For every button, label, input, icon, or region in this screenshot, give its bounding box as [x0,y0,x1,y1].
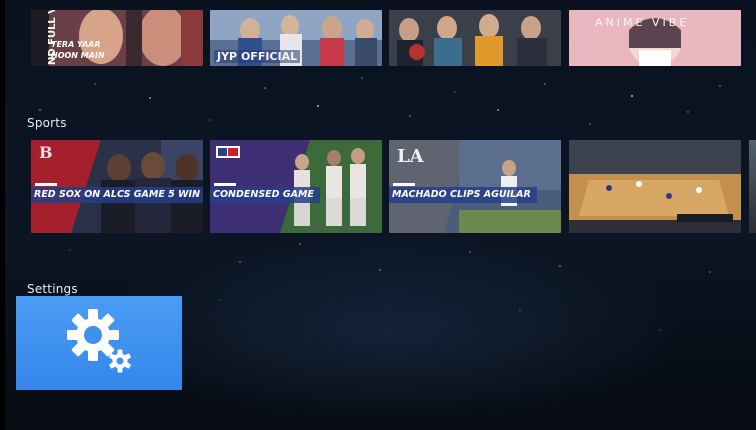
tv-home-screen: ND FULL V TERA YAAR HOON MAIN JYP OFFICI… [0,0,756,430]
video-tile-condensed-game[interactable]: CONDENSED GAME [210,140,382,233]
thumbnail-image [569,140,741,233]
video-tile-anime-vibe[interactable]: ANIME VIBE [569,10,741,66]
headline-accent-bar [393,183,415,186]
next-tile-peek [749,140,756,233]
video-headline: RED SOX ON ALCS GAME 5 WIN [31,187,203,203]
video-tile-movie[interactable]: ND FULL V TERA YAAR HOON MAIN [31,10,203,66]
settings-tile[interactable] [16,296,182,390]
headline-accent-bar [35,183,57,186]
video-headline: MACHADO CLIPS AGUILAR [389,187,537,203]
screen-left-border [0,0,5,430]
small-gear-icon [109,349,131,373]
movie-title-line-2: HOON MAIN [51,51,105,60]
video-tile-jyp[interactable]: JYP OFFICIAL [210,10,382,66]
video-tile-red-sox[interactable]: B RED SOX ON ALCS GAME 5 WIN [31,140,203,233]
row-title-settings: Settings [27,282,78,296]
movie-title-line-1: TERA YAAR [51,40,101,49]
video-tile-machado[interactable]: LA MACHADO CLIPS AGUILAR [389,140,561,233]
video-tile-group[interactable] [389,10,561,66]
headline-accent-bar [214,183,236,186]
thumbnail-image [389,10,561,66]
video-headline: CONDENSED GAME [210,187,320,203]
jyp-logo-text: JYP OFFICIAL [214,50,301,63]
svg-text:LA: LA [397,146,425,167]
anime-vibe-title: ANIME VIBE [595,16,690,29]
row-title-sports: Sports [27,116,67,130]
video-tile-basketball[interactable] [569,140,741,233]
svg-text:B: B [39,143,53,162]
